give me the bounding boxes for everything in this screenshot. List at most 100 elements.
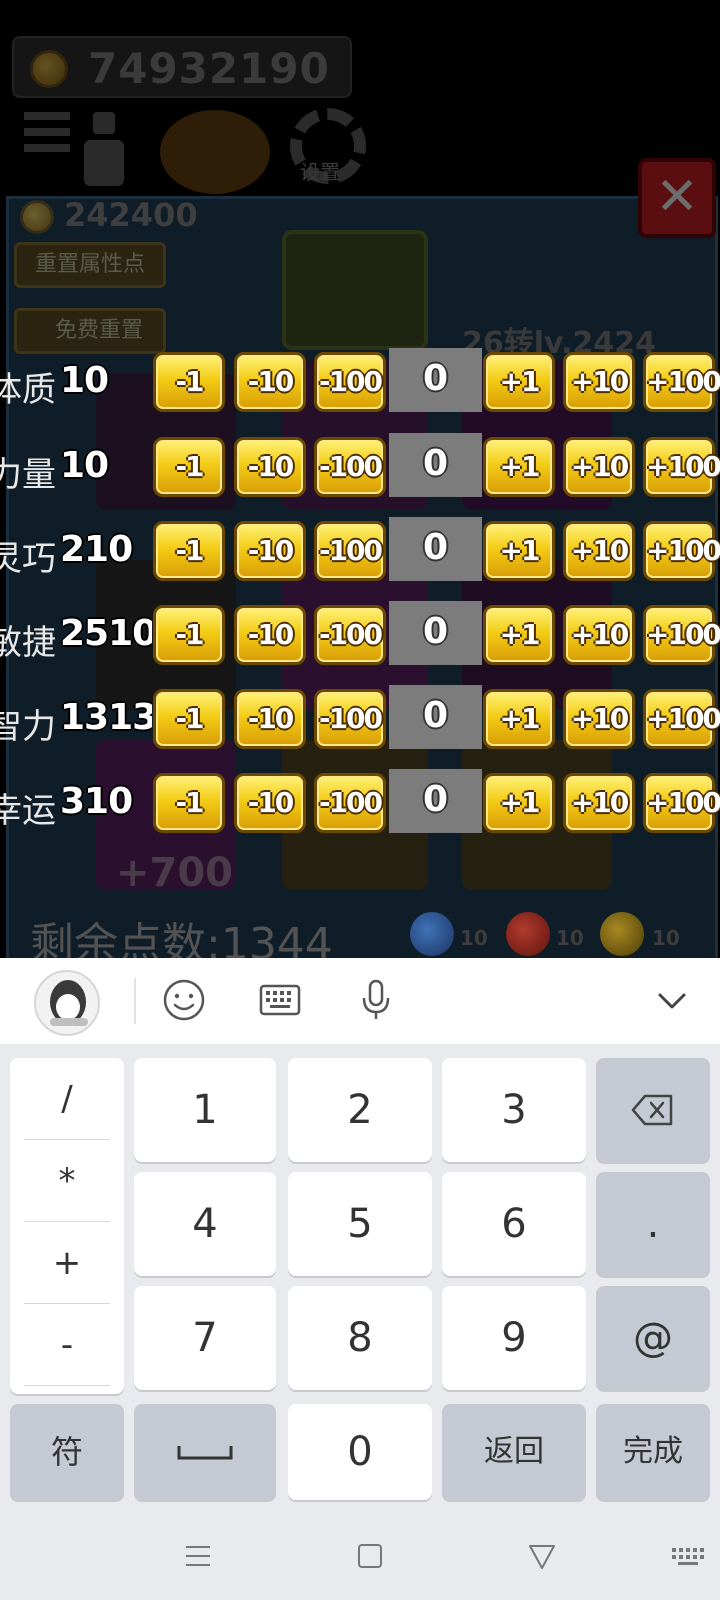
chevron-down-icon[interactable]: [648, 976, 696, 1024]
mic-icon[interactable]: [352, 976, 400, 1024]
list-menu-icon[interactable]: [24, 112, 70, 172]
minus-1-button[interactable]: -1: [153, 605, 225, 665]
at-key[interactable]: @: [596, 1286, 710, 1390]
plus-1-button[interactable]: +1: [483, 773, 555, 833]
backspace-key[interactable]: [596, 1058, 710, 1162]
key-8[interactable]: 8: [288, 1286, 432, 1390]
bag-icon[interactable]: [160, 110, 270, 194]
stat-value: 2510: [60, 613, 152, 654]
free-reset-button[interactable]: 免费重置: [14, 308, 166, 354]
close-button[interactable]: ✕: [638, 158, 716, 238]
minus-10-button[interactable]: -10: [234, 689, 306, 749]
stat-input-field[interactable]: 0: [389, 601, 482, 665]
lightning-element-icon: [600, 912, 644, 956]
key-4[interactable]: 4: [134, 1172, 276, 1276]
plus-10-button[interactable]: +10: [563, 605, 635, 665]
plus-10-button[interactable]: +10: [563, 521, 635, 581]
symbol-switch-key[interactable]: 符: [10, 1404, 124, 1500]
key-5[interactable]: 5: [288, 1172, 432, 1276]
settings-label: 设置: [300, 160, 340, 184]
stat-label: 灵巧: [0, 539, 56, 579]
plus-1-button[interactable]: +1: [483, 605, 555, 665]
plus-100-button[interactable]: +100: [643, 437, 720, 497]
avatar[interactable]: [34, 970, 100, 1036]
symbol-key-minus[interactable]: -: [24, 1304, 110, 1386]
minus-10-button[interactable]: -10: [234, 773, 306, 833]
stat-value: 10: [60, 445, 109, 486]
stat-input-field[interactable]: 0: [389, 348, 482, 412]
keyboard-switch-icon[interactable]: [670, 1540, 706, 1576]
plus-100-button[interactable]: +100: [643, 773, 720, 833]
plus-10-button[interactable]: +10: [563, 437, 635, 497]
stat-label: 力量: [0, 455, 56, 495]
symbol-key-slash[interactable]: /: [24, 1058, 110, 1140]
minus-1-button[interactable]: -1: [153, 773, 225, 833]
plus-1-button[interactable]: +1: [483, 521, 555, 581]
back-key[interactable]: 返回: [442, 1404, 586, 1500]
plus-1-button[interactable]: +1: [483, 437, 555, 497]
symbol-key-plus[interactable]: +: [24, 1222, 110, 1304]
plus-100-button[interactable]: +100: [643, 352, 720, 412]
stat-row: 智力13138-1-10-100 +1+10+100 0: [0, 685, 720, 753]
numeric-keyboard: / * + - 1 2 3 4 5 6 . 7 8 9 @ 符 0 返回 完成: [0, 1044, 720, 1514]
remaining-points: 剩余点数:1344: [30, 919, 333, 958]
menu-icon[interactable]: [182, 1540, 214, 1576]
stat-value: 310: [60, 781, 133, 822]
key-0[interactable]: 0: [288, 1404, 432, 1500]
top-gold-value: 74932190: [88, 44, 330, 93]
minus-10-button[interactable]: -10: [234, 605, 306, 665]
home-icon[interactable]: [354, 1540, 386, 1576]
minus-100-button[interactable]: -100: [314, 521, 386, 581]
minus-10-button[interactable]: -10: [234, 521, 306, 581]
key-9[interactable]: 9: [442, 1286, 586, 1390]
plus-10-button[interactable]: +10: [563, 352, 635, 412]
symbol-key-asterisk[interactable]: *: [24, 1140, 110, 1222]
fire-element-count: 10: [556, 926, 584, 950]
key-6[interactable]: 6: [442, 1172, 586, 1276]
character-icon[interactable]: [84, 112, 124, 192]
minus-1-button[interactable]: -1: [153, 689, 225, 749]
minus-10-button[interactable]: -10: [234, 437, 306, 497]
key-1[interactable]: 1: [134, 1058, 276, 1162]
done-key[interactable]: 完成: [596, 1404, 710, 1500]
minus-100-button[interactable]: -100: [314, 352, 386, 412]
space-key[interactable]: [134, 1404, 276, 1500]
plus-100-button[interactable]: +100: [643, 521, 720, 581]
plus-1-button[interactable]: +1: [483, 352, 555, 412]
plus-100-button[interactable]: +100: [643, 605, 720, 665]
coin-icon: [20, 200, 54, 234]
coin-icon: [30, 50, 68, 88]
backspace-icon: [631, 1094, 673, 1126]
minus-10-button[interactable]: -10: [234, 352, 306, 412]
emoji-icon[interactable]: [160, 976, 208, 1024]
stat-row: 灵巧 210 -1 -10 -100 +1 +10 +100 0: [0, 517, 720, 585]
key-2[interactable]: 2: [288, 1058, 432, 1162]
minus-1-button[interactable]: -1: [153, 352, 225, 412]
stat-input-field[interactable]: 0: [389, 685, 482, 749]
minus-100-button[interactable]: -100: [314, 605, 386, 665]
back-icon[interactable]: [526, 1540, 558, 1576]
minus-1-button[interactable]: -1: [153, 437, 225, 497]
stat-input-field[interactable]: 0: [389, 433, 482, 497]
plus-10-button[interactable]: +10: [563, 773, 635, 833]
symbol-column[interactable]: / * + -: [10, 1058, 124, 1394]
fire-element-icon: [506, 912, 550, 956]
minus-100-button[interactable]: -100: [314, 437, 386, 497]
minus-100-button[interactable]: -100: [314, 773, 386, 833]
keyboard-icon[interactable]: [256, 976, 304, 1024]
plus-1-button[interactable]: +1: [483, 689, 555, 749]
equipment-slot: [282, 230, 428, 350]
stat-input-field[interactable]: 0: [389, 517, 482, 581]
plus-100-button[interactable]: +100: [643, 689, 720, 749]
key-3[interactable]: 3: [442, 1058, 586, 1162]
dot-key[interactable]: .: [596, 1172, 710, 1276]
reset-points-button[interactable]: 重置属性点: [14, 242, 166, 288]
stat-label: 体质: [0, 370, 56, 410]
water-element-count: 10: [460, 926, 488, 950]
minus-100-button[interactable]: -100: [314, 689, 386, 749]
plus-10-button[interactable]: +10: [563, 689, 635, 749]
key-7[interactable]: 7: [134, 1286, 276, 1390]
minus-1-button[interactable]: -1: [153, 521, 225, 581]
stat-input-field[interactable]: 0: [389, 769, 482, 833]
water-element-icon: [410, 912, 454, 956]
